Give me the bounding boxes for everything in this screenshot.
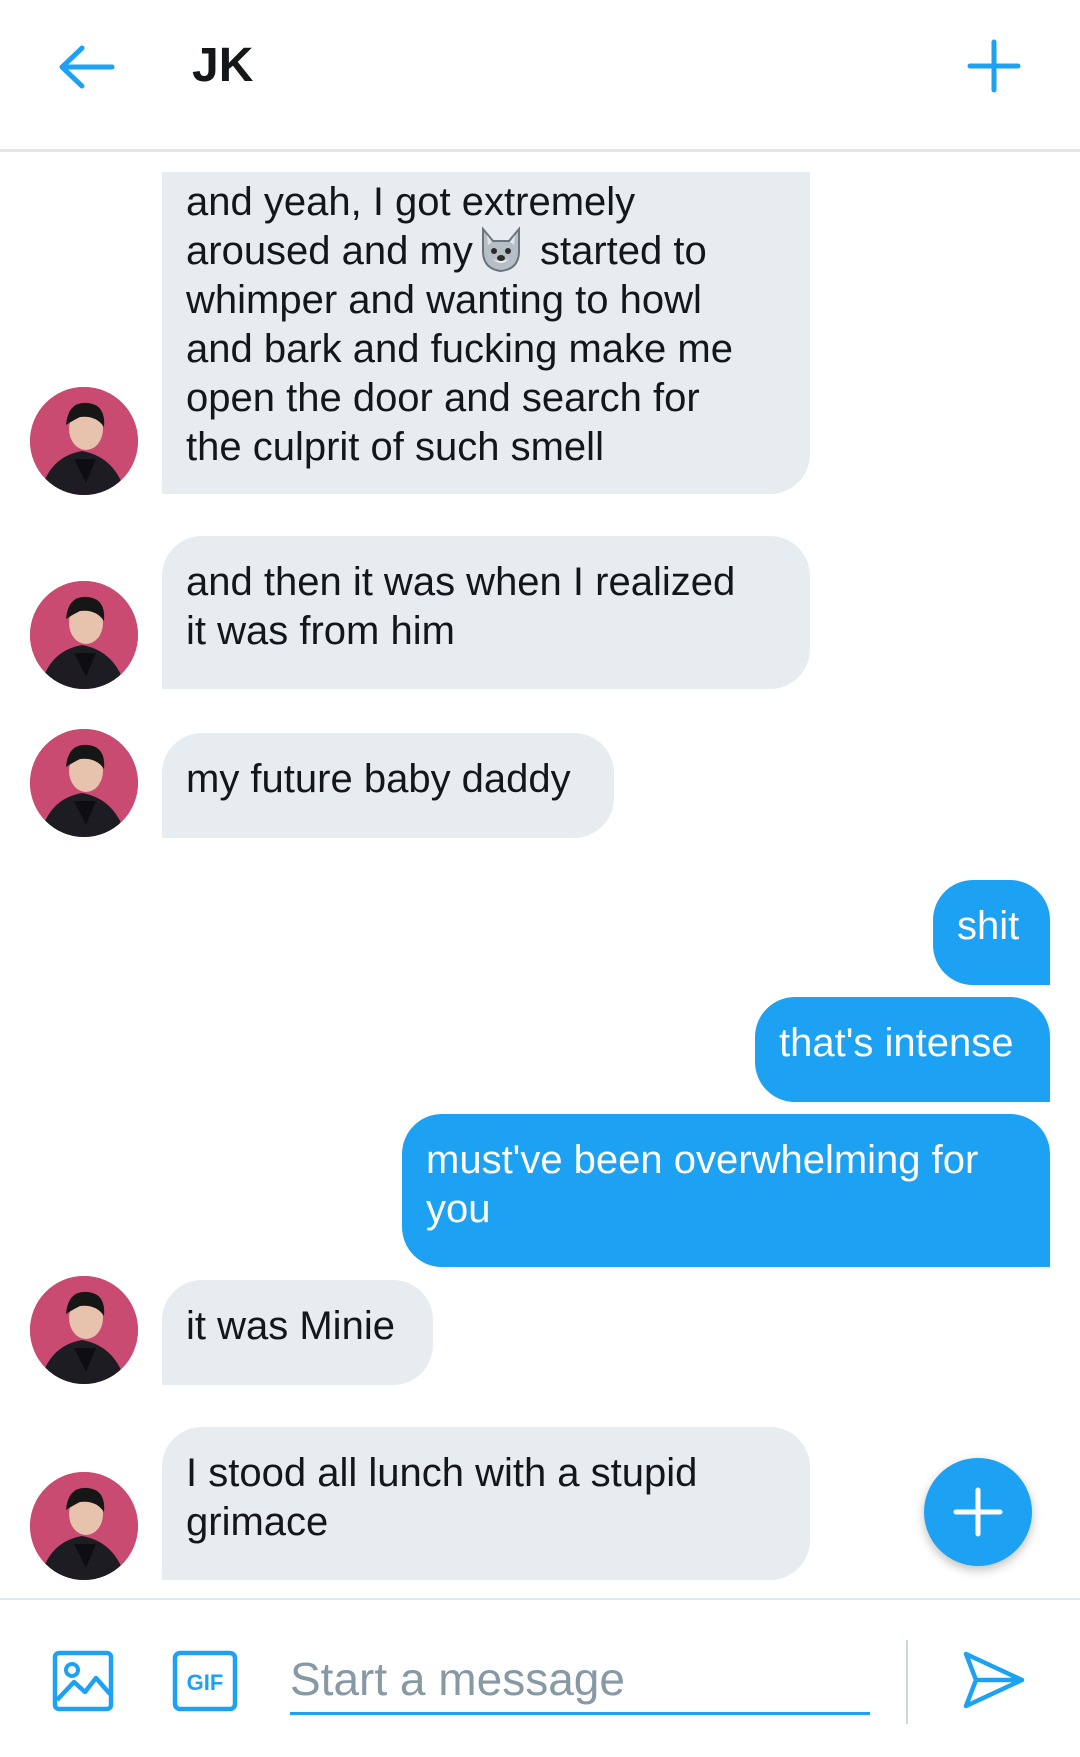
new-message-fab[interactable] — [924, 1458, 1032, 1566]
avatar[interactable] — [30, 729, 138, 837]
conversation-header: JK — [0, 0, 1080, 152]
message-text: and then it was when I realized it was f… — [186, 560, 736, 653]
avatar[interactable] — [30, 387, 138, 495]
message-bubble-incoming[interactable]: my future baby daddy — [162, 733, 614, 838]
send-icon — [963, 1651, 1025, 1709]
profile-photo — [30, 1472, 138, 1580]
image-icon — [52, 1650, 114, 1712]
add-photo-button[interactable] — [52, 1650, 114, 1712]
gif-label: GIF — [187, 1670, 224, 1695]
profile-photo — [30, 1276, 138, 1384]
message-text: that's intense — [779, 1021, 1014, 1065]
composer-divider — [906, 1640, 908, 1724]
profile-photo — [30, 581, 138, 689]
message-text: shit — [957, 904, 1020, 948]
profile-photo — [30, 729, 138, 837]
message-composer: GIF — [0, 1598, 1080, 1757]
message-bubble-incoming[interactable]: and then it was when I realized it was f… — [162, 536, 810, 689]
message-bubble-incoming[interactable]: I stood all lunch with a stupid grimace — [162, 1427, 810, 1580]
message-bubble-incoming[interactable]: and yeah, I got extremely aroused and my… — [162, 172, 810, 494]
message-text: I stood all lunch with a stupid grimace — [186, 1451, 698, 1544]
message-bubble-outgoing[interactable]: must've been overwhelming for you — [402, 1114, 1050, 1267]
avatar[interactable] — [30, 581, 138, 689]
message-bubble-outgoing[interactable]: shit — [933, 880, 1050, 985]
avatar[interactable] — [30, 1276, 138, 1384]
profile-photo — [30, 387, 138, 495]
message-bubble-incoming[interactable]: it was Minie — [162, 1280, 433, 1385]
message-text: my future baby daddy — [186, 757, 571, 801]
message-bubble-outgoing[interactable]: that's intense — [755, 997, 1050, 1102]
wolf-emoji-icon — [481, 226, 520, 273]
plus-icon — [953, 1487, 1003, 1537]
gif-button[interactable]: GIF — [172, 1650, 238, 1712]
back-button[interactable] — [52, 36, 124, 98]
message-text: must've been overwhelming for you — [426, 1138, 979, 1231]
conversation-title: JK — [192, 39, 254, 92]
gif-icon: GIF — [172, 1650, 238, 1712]
message-text: it was Minie — [186, 1304, 395, 1348]
plus-icon — [967, 39, 1021, 93]
avatar[interactable] — [30, 1472, 138, 1580]
send-button[interactable] — [962, 1650, 1026, 1710]
arrow-left-icon — [59, 45, 115, 89]
add-participant-button[interactable] — [962, 34, 1026, 98]
message-input[interactable] — [290, 1646, 870, 1715]
